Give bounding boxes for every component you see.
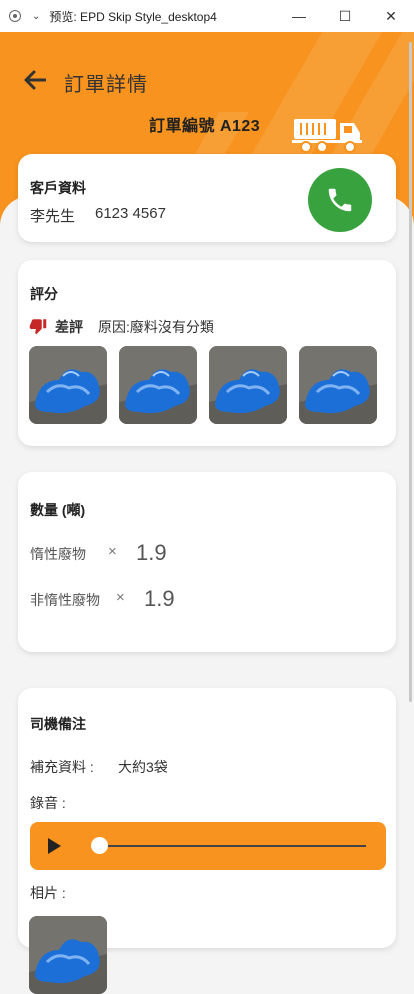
rating-photo[interactable] (119, 346, 197, 424)
thumbs-down-icon (29, 319, 47, 335)
audio-progress-track[interactable] (98, 845, 366, 847)
photo-image (299, 346, 377, 424)
audio-player (30, 822, 386, 870)
scrollbar[interactable] (409, 42, 412, 702)
page-title: 訂單詳情 (64, 74, 148, 96)
maximize-button[interactable]: ☐ (322, 0, 368, 32)
rating-photo[interactable] (299, 346, 377, 424)
rating-photo[interactable] (29, 346, 107, 424)
driver-notes-title: 司機備注 (30, 716, 86, 732)
customer-name: 李先生 (30, 208, 76, 225)
quantity-value: 1.9 (144, 586, 175, 611)
driver-notes-card: 司機備注 補充資料 : 大約3袋 錄音 : 相片 : (18, 688, 396, 994)
app-icon (9, 10, 21, 22)
rating-verdict: 差評 (55, 319, 83, 335)
back-button[interactable] (24, 66, 48, 94)
minimize-button[interactable]: — (276, 0, 322, 32)
photo-image (119, 346, 197, 424)
chevron-down-icon[interactable]: ⌄ (32, 11, 40, 22)
rating-card: 評分 差評 原因:廢料沒有分類 (18, 260, 396, 446)
extra-info-value: 大約3袋 (118, 759, 168, 775)
call-button[interactable] (308, 168, 372, 232)
quantity-title: 數量 (噸) (30, 502, 86, 518)
quantity-card: 數量 (噸) 惰性廢物 × 1.9 非惰性廢物 × 1.9 (18, 472, 396, 652)
quantity-label: 惰性廢物 (30, 546, 86, 562)
extra-info-label: 補充資料 : (30, 759, 94, 775)
customer-card: 客戶資料 李先生 6123 4567 (18, 154, 396, 242)
recording-label: 錄音 : (30, 795, 66, 811)
window-titlebar: ⌄ 预览: EPD Skip Style_desktop4 — ☐ ✕ (0, 0, 414, 33)
arrow-left-icon (24, 70, 46, 90)
multiply-sign: × (108, 543, 117, 560)
photo-image (29, 346, 107, 424)
photos-label: 相片 : (30, 885, 66, 901)
rating-photo[interactable] (209, 346, 287, 424)
multiply-sign: × (116, 589, 125, 606)
play-icon[interactable] (48, 838, 61, 854)
audio-progress-knob[interactable] (91, 837, 108, 854)
customer-title: 客戶資料 (30, 180, 86, 196)
phone-icon (328, 188, 352, 212)
window-title: 预览: EPD Skip Style_desktop4 (49, 9, 217, 24)
rating-title: 評分 (30, 286, 58, 302)
photo-image (209, 346, 287, 424)
order-number: 訂單編號 A123 (149, 118, 261, 135)
truck-icon (292, 119, 362, 153)
quantity-value: 1.9 (136, 540, 167, 565)
quantity-label: 非惰性廢物 (30, 592, 100, 608)
close-button[interactable]: ✕ (368, 0, 414, 32)
customer-phone: 6123 4567 (95, 205, 166, 222)
rating-reason: 原因:廢料沒有分類 (98, 319, 214, 335)
